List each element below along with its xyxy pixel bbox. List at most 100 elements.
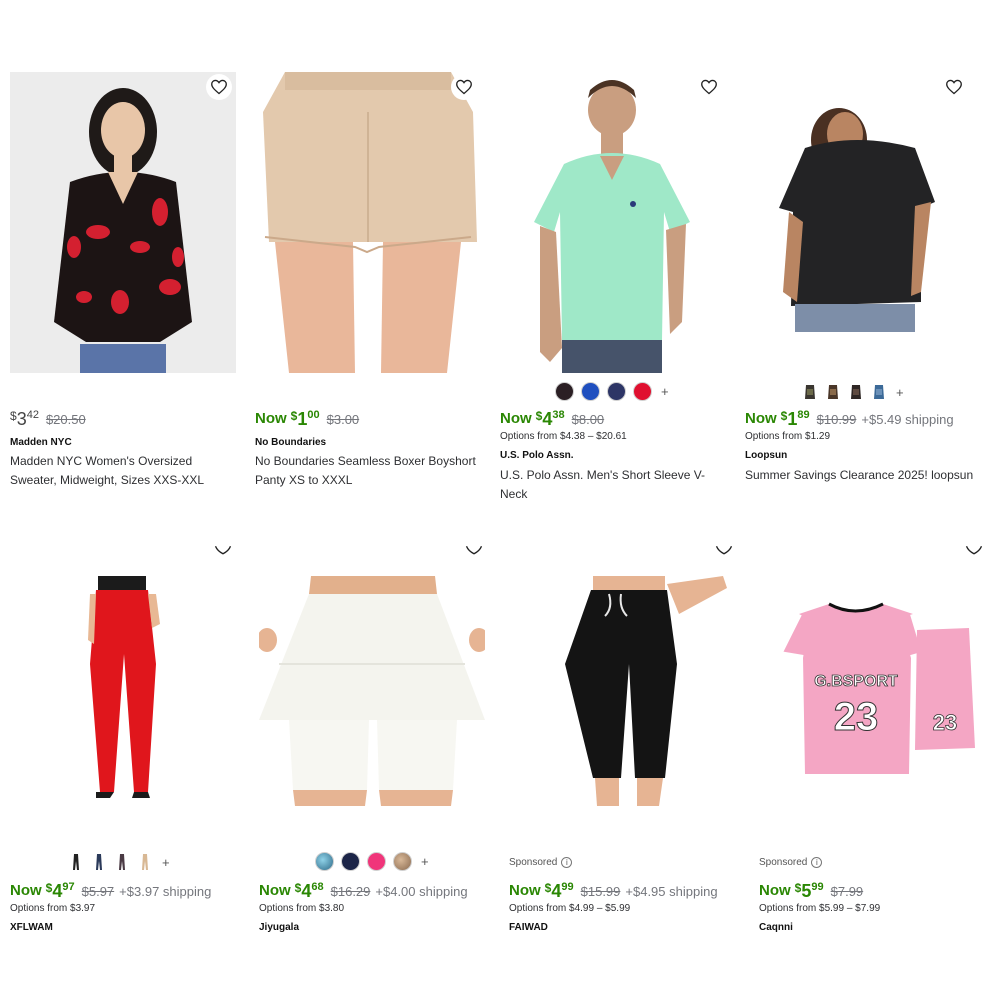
options-range: Options from $4.99 – $5.99	[509, 903, 631, 914]
price: Now $ 4 68 $16.29 +$4.00 shipping	[259, 881, 468, 903]
color-swatch[interactable]	[825, 382, 841, 402]
color-swatches: +	[802, 382, 904, 402]
price-dollar-sign: $	[780, 409, 788, 423]
price-whole: 1	[787, 409, 798, 429]
color-swatch[interactable]	[367, 852, 386, 871]
favorite-button[interactable]	[210, 542, 236, 558]
info-icon[interactable]: i	[561, 857, 573, 868]
product-image[interactable]	[509, 544, 735, 806]
brand-name: Loopsun	[745, 450, 788, 461]
favorite-button[interactable]	[961, 542, 987, 558]
brand-name: FAIWAD	[509, 922, 548, 933]
price-cents: 38	[552, 409, 565, 421]
brand-name: Jiyugala	[259, 922, 300, 933]
color-swatch[interactable]	[871, 382, 887, 402]
price-whole: 5	[801, 881, 812, 901]
heart-outline-icon	[946, 79, 962, 95]
price-dollar-sign: $	[294, 881, 302, 895]
shipping-cost: +$4.00 shipping	[375, 884, 468, 899]
price: Now $ 4 99 $15.99 +$4.95 shipping	[509, 881, 718, 903]
color-swatch[interactable]	[393, 852, 412, 871]
heart-outline-icon	[965, 545, 983, 555]
product-title[interactable]: U.S. Polo Assn. Men's Short Sleeve V-Nec…	[500, 466, 732, 504]
sponsored-text: Sponsored	[509, 857, 558, 868]
price: Now $ 4 38 $8.00	[500, 409, 604, 431]
price-whole: 1	[297, 409, 308, 429]
product-title[interactable]: Summer Savings Clearance 2025! loopsun	[745, 466, 977, 485]
color-swatch[interactable]	[581, 382, 600, 401]
price: Now $ 4 97 $5.97 +$3.97 shipping	[10, 881, 211, 903]
now-label: Now	[259, 882, 291, 899]
favorite-button[interactable]	[696, 74, 722, 100]
more-colors-link[interactable]: +	[896, 385, 904, 400]
was-price: $16.29	[330, 884, 371, 899]
price-whole: 4	[301, 881, 312, 901]
color-swatch[interactable]	[633, 382, 652, 401]
product-image[interactable]: G.BSPORT 23 23	[759, 544, 985, 806]
was-price: $15.99	[580, 884, 621, 899]
price: $ 3 42 $20.50	[10, 409, 86, 431]
favorite-button[interactable]	[206, 74, 232, 100]
color-swatch[interactable]	[315, 852, 334, 871]
color-swatch[interactable]	[555, 382, 574, 401]
color-swatch[interactable]	[91, 852, 107, 872]
price-cents: 97	[62, 881, 75, 893]
color-swatch[interactable]	[114, 852, 130, 872]
shipping-cost: +$5.49 shipping	[861, 412, 954, 427]
color-swatch[interactable]	[137, 852, 153, 872]
product-image[interactable]	[10, 544, 236, 806]
price-dollar-sign: $	[45, 881, 53, 895]
info-icon[interactable]: i	[811, 857, 823, 868]
product-image[interactable]	[259, 544, 485, 806]
favorite-button[interactable]	[711, 542, 737, 558]
color-swatch[interactable]	[341, 852, 360, 871]
svg-text:23: 23	[834, 695, 879, 739]
favorite-button[interactable]	[451, 74, 477, 100]
price: Now $ 5 99 $7.99	[759, 881, 863, 903]
brand-name: No Boundaries	[255, 437, 327, 448]
product-image[interactable]	[10, 72, 236, 373]
was-price: $10.99	[816, 412, 857, 427]
product-image[interactable]	[500, 72, 726, 373]
price-dollar-sign: $	[290, 409, 298, 423]
product-image[interactable]	[255, 72, 481, 373]
was-price: $20.50	[45, 412, 86, 427]
brand-name: Caqnni	[759, 922, 793, 933]
svg-text:23: 23	[933, 710, 957, 735]
color-swatch[interactable]	[607, 382, 626, 401]
price-cents: 89	[797, 409, 810, 421]
sponsored-label: Sponsored i	[509, 857, 573, 868]
color-swatch[interactable]	[68, 852, 84, 872]
product-image[interactable]	[745, 72, 971, 373]
was-price: $7.99	[830, 884, 864, 899]
price-whole: 4	[551, 881, 562, 901]
product-title[interactable]: Madden NYC Women's Oversized Sweater, Mi…	[10, 452, 242, 490]
options-range: Options from $4.38 – $20.61	[500, 431, 627, 442]
options-range: Options from $1.29	[745, 431, 831, 442]
price: Now $ 1 89 $10.99 +$5.49 shipping	[745, 409, 954, 431]
favorite-button[interactable]	[461, 542, 487, 558]
price-dollar-sign: $	[544, 881, 552, 895]
was-price: $3.00	[326, 412, 360, 427]
color-swatch[interactable]	[802, 382, 818, 402]
price-cents: 42	[26, 409, 39, 421]
favorite-button[interactable]	[941, 74, 967, 100]
now-label: Now	[509, 882, 541, 899]
more-colors-link[interactable]: +	[421, 854, 429, 869]
price-dollar-sign: $	[794, 881, 802, 895]
options-range: Options from $3.97	[10, 903, 96, 914]
product-title[interactable]: No Boundaries Seamless Boxer Boyshort Pa…	[255, 452, 487, 490]
now-label: Now	[255, 410, 287, 427]
heart-outline-icon	[701, 79, 717, 95]
color-swatches: +	[68, 852, 170, 872]
price: Now $ 1 00 $3.00	[255, 409, 359, 431]
heart-outline-icon	[211, 79, 227, 95]
brand-name: XFLWAM	[10, 922, 53, 933]
price-whole: 3	[16, 409, 27, 429]
more-colors-link[interactable]: +	[661, 384, 669, 399]
price-dollar-sign: $	[10, 409, 17, 423]
color-swatch[interactable]	[848, 382, 864, 402]
brand-name: Madden NYC	[10, 437, 72, 448]
sponsored-label: Sponsored i	[759, 857, 823, 868]
more-colors-link[interactable]: +	[162, 855, 170, 870]
